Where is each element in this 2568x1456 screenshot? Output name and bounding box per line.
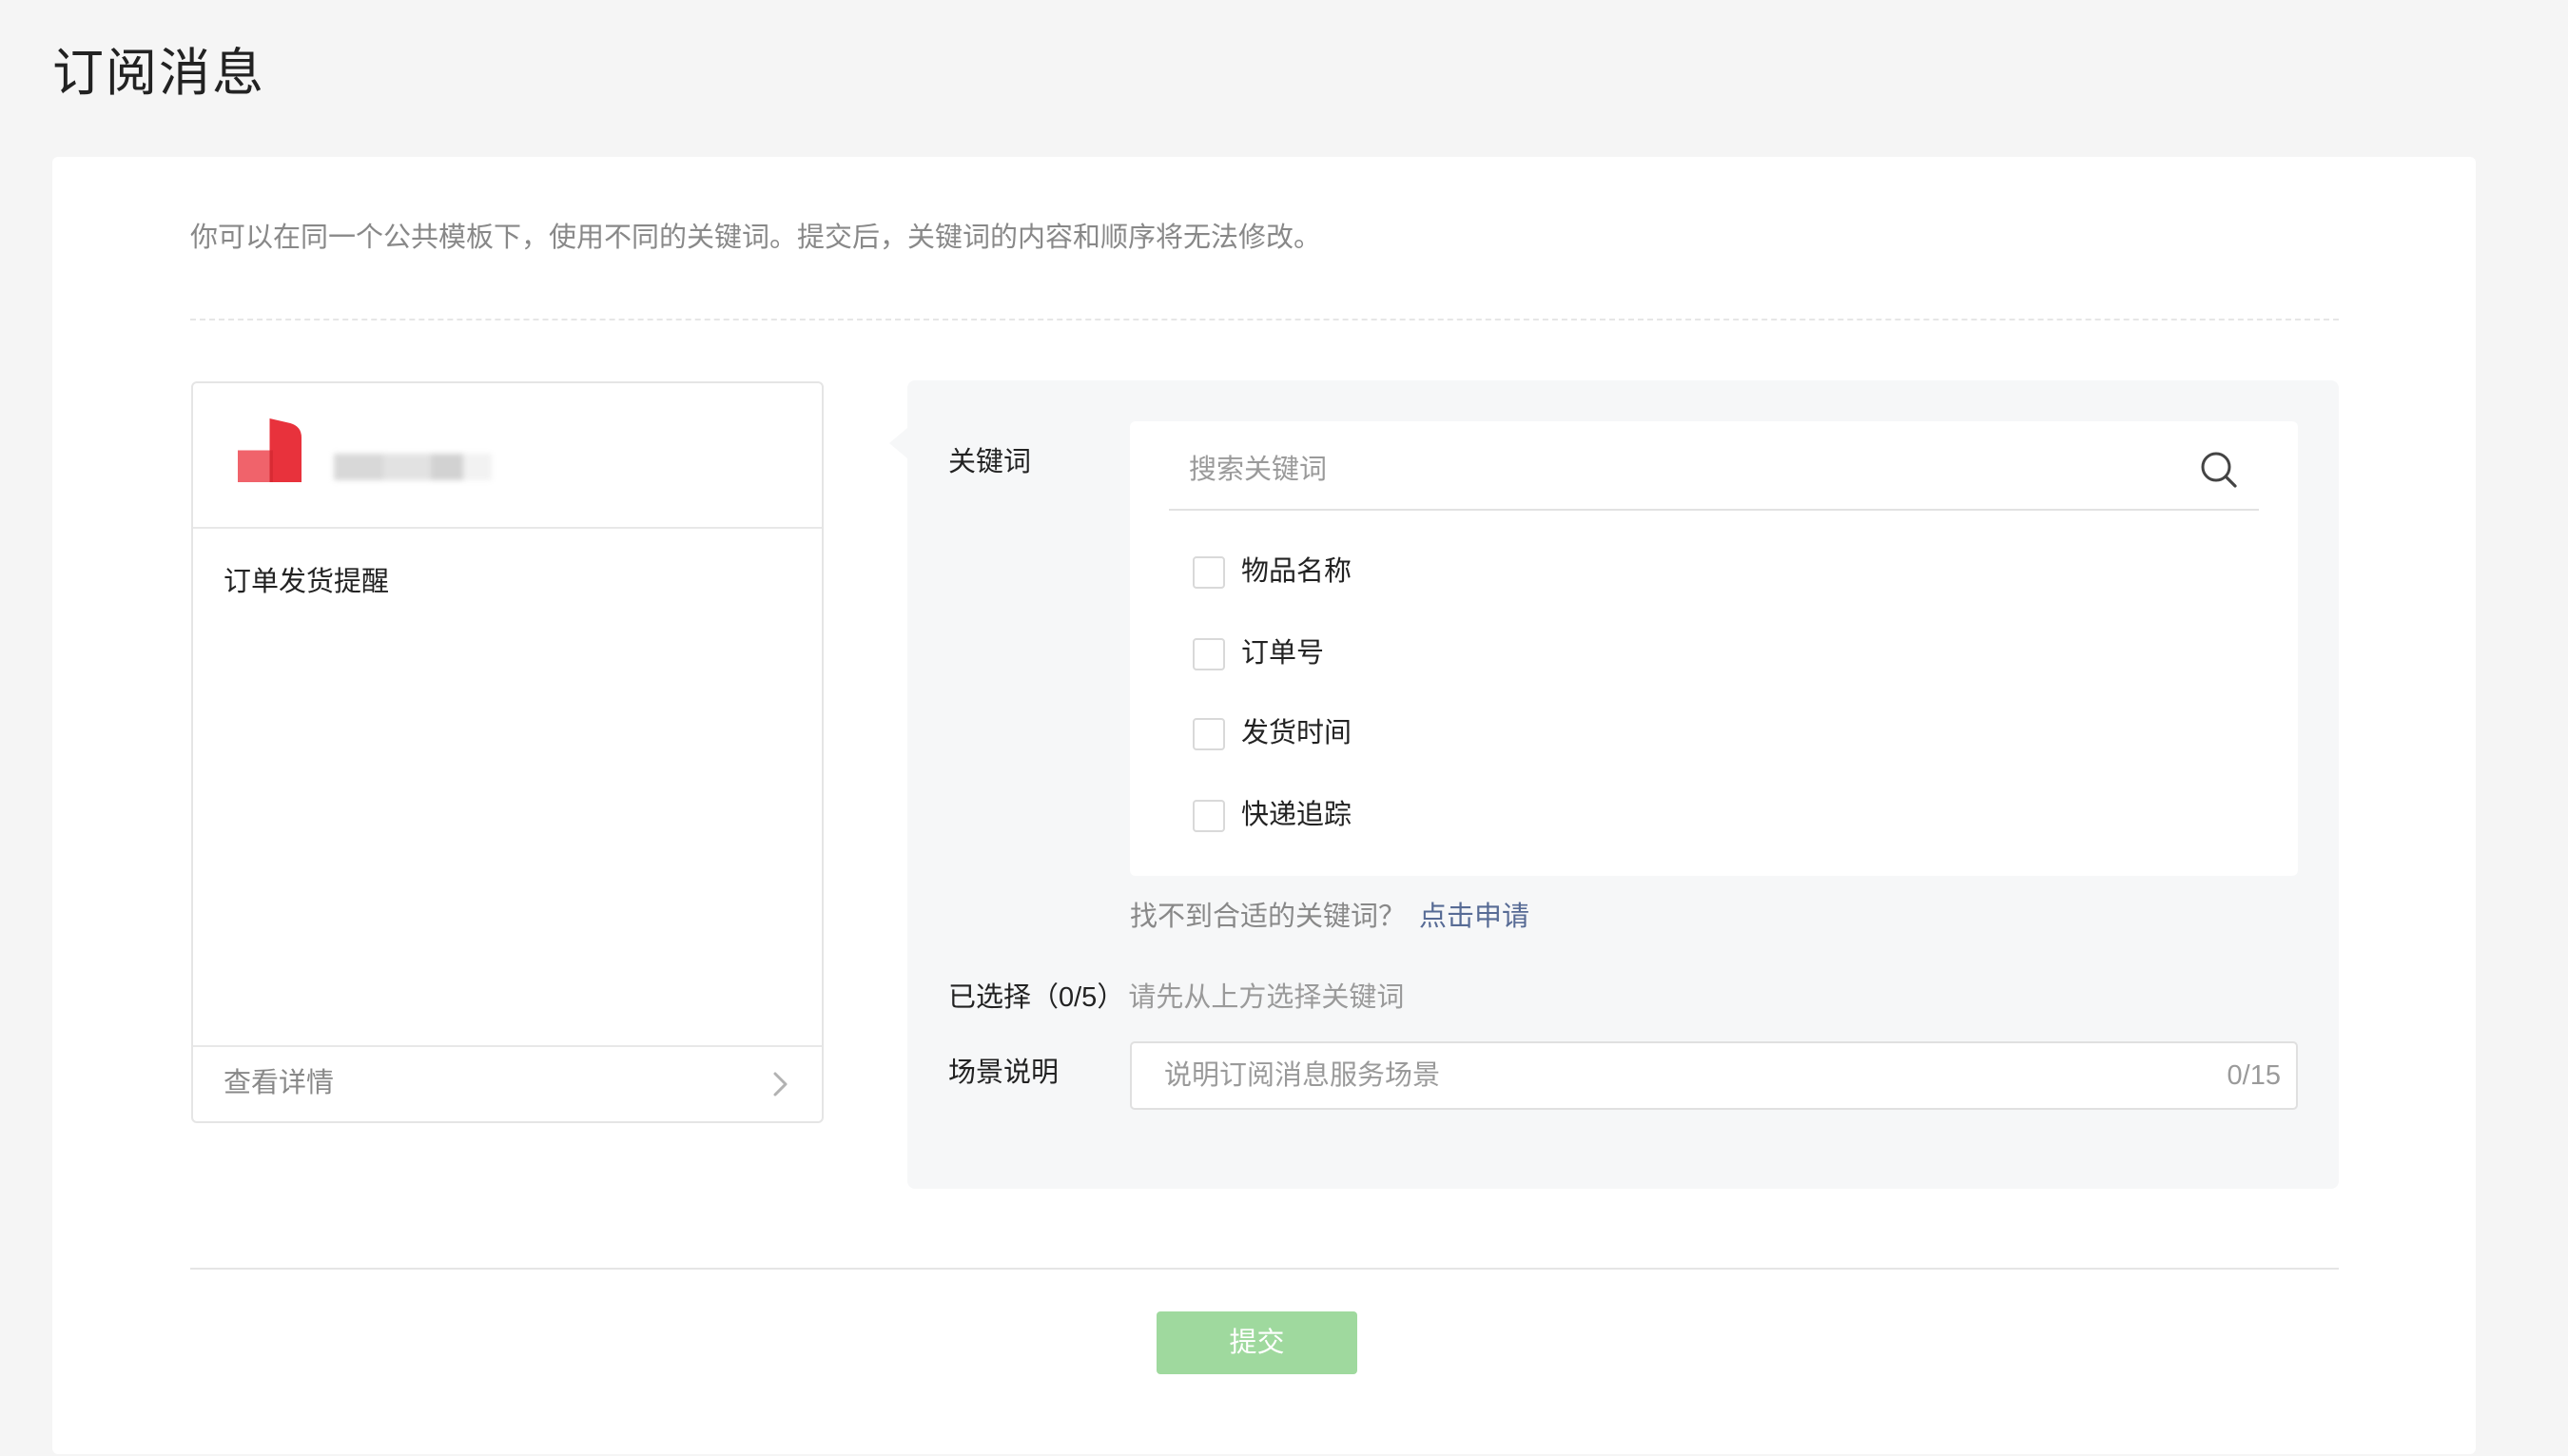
keyword-search-input[interactable]	[1169, 440, 2197, 499]
keyword-label: 发货时间	[1241, 718, 1352, 748]
keyword-label: 订单号	[1241, 638, 1325, 669]
keyword-selector: 物品名称 订单号 发货时间 快递追踪	[1130, 421, 2298, 876]
scene-char-counter: 0/15	[2227, 1060, 2281, 1091]
footer-divider	[190, 1268, 2339, 1270]
view-details-label: 查看详情	[224, 1068, 335, 1098]
chevron-right-icon	[773, 1072, 788, 1097]
keyword-not-found-row: 找不到合适的关键词？ 点击申请	[1130, 897, 1529, 937]
keyword-label: 物品名称	[1241, 556, 1352, 587]
keyword-checkbox[interactable]	[1193, 800, 1225, 832]
keywords-label: 关键词	[948, 447, 1032, 477]
keyword-option[interactable]: 快递追踪	[1193, 794, 1573, 836]
selected-hint: 请先从上方选择关键词	[1128, 982, 1405, 1013]
template-title: 订单发货提醒	[224, 567, 390, 597]
template-preview-card: 订单发货提醒 查看详情	[191, 381, 824, 1123]
keyword-form-panel: 关键词 物品名称 订单号 发货时间 快递追踪 找不到合适的关键词？ 点击申请 已选…	[907, 380, 2339, 1189]
scene-description-field: 0/15	[1130, 1041, 2298, 1110]
selected-count-label: 已选择（0/5）	[948, 982, 1125, 1013]
keyword-label: 快递追踪	[1241, 800, 1352, 830]
apply-keyword-link[interactable]: 点击申请	[1419, 902, 1529, 932]
panel-pointer	[889, 428, 907, 458]
scene-description-input[interactable]	[1132, 1043, 2210, 1108]
keyword-checkbox[interactable]	[1193, 556, 1225, 589]
account-name-blurred	[334, 450, 496, 482]
submit-button[interactable]: 提交	[1157, 1311, 1357, 1374]
search-underline	[1169, 509, 2259, 511]
brand-logo-icon	[238, 418, 302, 482]
preview-header-divider	[193, 527, 822, 529]
keyword-not-found-text: 找不到合适的关键词？	[1130, 902, 1407, 932]
selected-keywords-row: 已选择（0/5） 请先从上方选择关键词	[948, 978, 1404, 1018]
keyword-option[interactable]: 订单号	[1193, 632, 1573, 674]
keyword-checkbox[interactable]	[1193, 638, 1225, 670]
keyword-option[interactable]: 物品名称	[1193, 551, 1573, 592]
search-icon[interactable]	[2199, 450, 2239, 490]
keyword-option[interactable]: 发货时间	[1193, 712, 1573, 754]
page-title: 订阅消息	[52, 45, 265, 102]
notice-text: 你可以在同一个公共模板下，使用不同的关键词。提交后，关键词的内容和顺序将无法修改…	[190, 223, 1322, 253]
keyword-checkbox[interactable]	[1193, 718, 1225, 750]
scene-label: 场景说明	[948, 1058, 1060, 1088]
dashed-divider	[190, 319, 2339, 320]
view-details-link[interactable]: 查看详情	[193, 1047, 822, 1121]
